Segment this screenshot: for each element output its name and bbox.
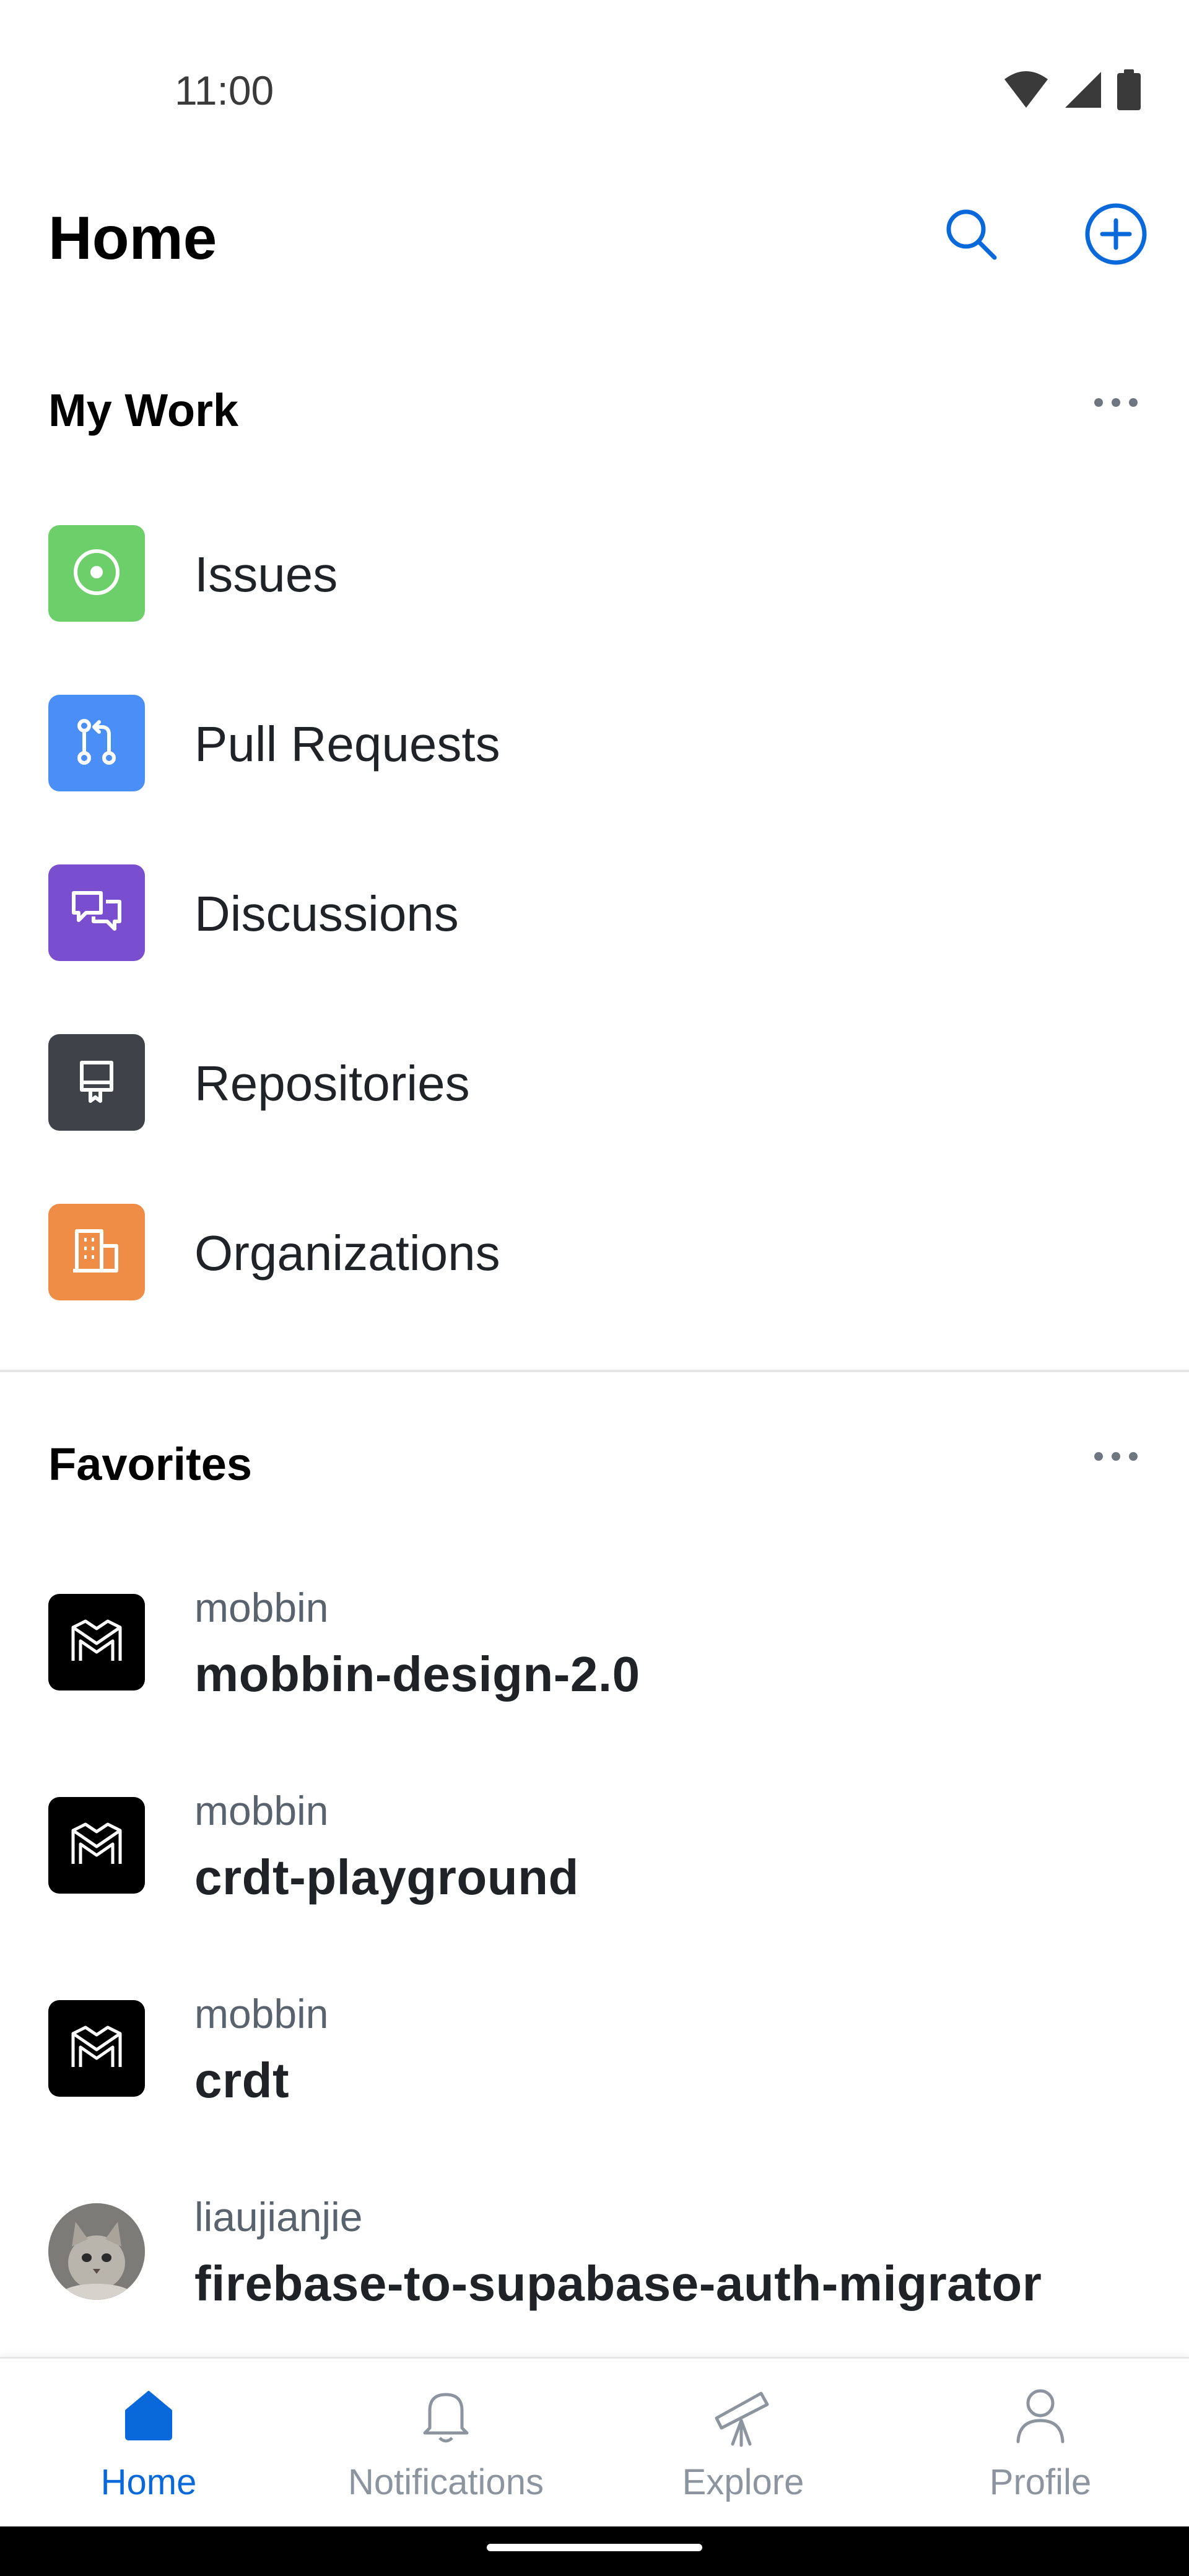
home-gesture-handle[interactable]: [487, 2544, 702, 2551]
my-work-item-repositories[interactable]: Repositories: [0, 1008, 1189, 1157]
nav-tab-notifications[interactable]: Notifications: [297, 2359, 594, 2528]
nav-tab-label: Profile: [989, 2462, 1092, 2502]
mobbin-logo-icon: [67, 1819, 126, 1872]
repo-owner: mobbin: [194, 1788, 329, 1834]
repo-name: mobbin-design-2.0: [194, 1647, 640, 1702]
pull-requests-icon-tile: [48, 695, 145, 791]
favorite-repo-item[interactable]: mobbin mobbin-design-2.0: [0, 1546, 1189, 1744]
person-icon: [892, 2383, 1189, 2452]
repo-owner: mobbin: [194, 1585, 329, 1630]
discussions-icon-tile: [48, 864, 145, 961]
search-button[interactable]: [936, 201, 1006, 270]
mobbin-logo-icon: [67, 2022, 126, 2075]
more-dot: [1094, 1452, 1103, 1461]
nav-tab-home[interactable]: Home: [0, 2359, 297, 2528]
more-dot: [1129, 398, 1138, 407]
home-screen: 11:00 Home My Work Issues Pull Requests …: [0, 0, 1189, 2576]
favorite-repo-item[interactable]: mobbin crdt-playground: [0, 1749, 1189, 1947]
issue-opened-icon: [71, 546, 123, 601]
plus-circle-icon: [1084, 202, 1148, 269]
favorites-more-button[interactable]: [1085, 1432, 1147, 1481]
repo-owner: liaujianjie: [194, 2194, 363, 2240]
my-work-header: My Work: [0, 365, 1189, 440]
my-work-item-label: Repositories: [194, 1056, 470, 1111]
battery-icon: [1117, 69, 1141, 113]
favorites-header: Favorites: [0, 1419, 1189, 1494]
repo-name: crdt: [194, 2053, 290, 2108]
organization-icon: [71, 1225, 123, 1280]
favorite-repo-item[interactable]: mobbin crdt: [0, 1952, 1189, 2150]
repo-name: firebase-to-supabase-auth-migrator: [194, 2256, 1042, 2311]
org-avatar: [48, 1797, 145, 1894]
favorite-repo-item[interactable]: liaujianjie firebase-to-supabase-auth-mi…: [0, 2155, 1189, 2353]
comment-discussion-icon: [69, 886, 124, 941]
repo-name: crdt-playground: [194, 1850, 579, 1905]
app-header: Home: [0, 186, 1189, 285]
bell-icon: [297, 2383, 594, 2452]
my-work-item-issues[interactable]: Issues: [0, 499, 1189, 648]
more-dot: [1112, 1452, 1120, 1461]
page-title: Home: [48, 204, 217, 272]
my-work-item-organizations[interactable]: Organizations: [0, 1178, 1189, 1326]
repositories-icon-tile: [48, 1034, 145, 1131]
status-icons: [1003, 69, 1141, 113]
nav-tab-label: Notifications: [348, 2462, 544, 2502]
cat-photo-avatar: [48, 2203, 145, 2300]
my-work-item-label: Issues: [194, 547, 338, 602]
user-avatar: [48, 2203, 145, 2300]
my-work-item-label: Pull Requests: [194, 716, 500, 772]
repo-icon: [71, 1055, 123, 1110]
issues-icon-tile: [48, 525, 145, 622]
status-time: 11:00: [175, 67, 274, 113]
status-bar: 11:00: [0, 0, 1189, 155]
nav-tab-profile[interactable]: Profile: [892, 2359, 1189, 2528]
more-dot: [1129, 1452, 1138, 1461]
mobbin-logo-icon: [67, 1616, 126, 1669]
bottom-navigation: Home Notifications Explore Profile: [0, 2357, 1189, 2526]
create-button[interactable]: [1081, 201, 1151, 270]
git-pull-request-icon: [71, 716, 123, 771]
section-divider: [0, 1370, 1189, 1372]
system-gesture-bar: [0, 2526, 1189, 2576]
more-dot: [1112, 398, 1120, 407]
wifi-icon: [1003, 71, 1049, 112]
favorites-title: Favorites: [48, 1438, 253, 1490]
cellular-signal-icon: [1064, 71, 1102, 112]
home-icon: [0, 2383, 297, 2452]
org-avatar: [48, 2000, 145, 2097]
my-work-item-label: Discussions: [194, 886, 459, 941]
my-work-item-pull-requests[interactable]: Pull Requests: [0, 669, 1189, 817]
repo-owner: mobbin: [194, 1991, 329, 2037]
more-dot: [1094, 398, 1103, 407]
nav-tab-explore[interactable]: Explore: [594, 2359, 892, 2528]
telescope-icon: [594, 2383, 892, 2452]
my-work-item-label: Organizations: [194, 1225, 500, 1281]
nav-tab-label: Home: [100, 2462, 197, 2502]
search-icon: [941, 204, 1001, 267]
my-work-title: My Work: [48, 385, 239, 436]
my-work-more-button[interactable]: [1085, 378, 1147, 427]
organizations-icon-tile: [48, 1204, 145, 1300]
org-avatar: [48, 1594, 145, 1690]
my-work-item-discussions[interactable]: Discussions: [0, 838, 1189, 987]
nav-tab-label: Explore: [682, 2462, 804, 2502]
